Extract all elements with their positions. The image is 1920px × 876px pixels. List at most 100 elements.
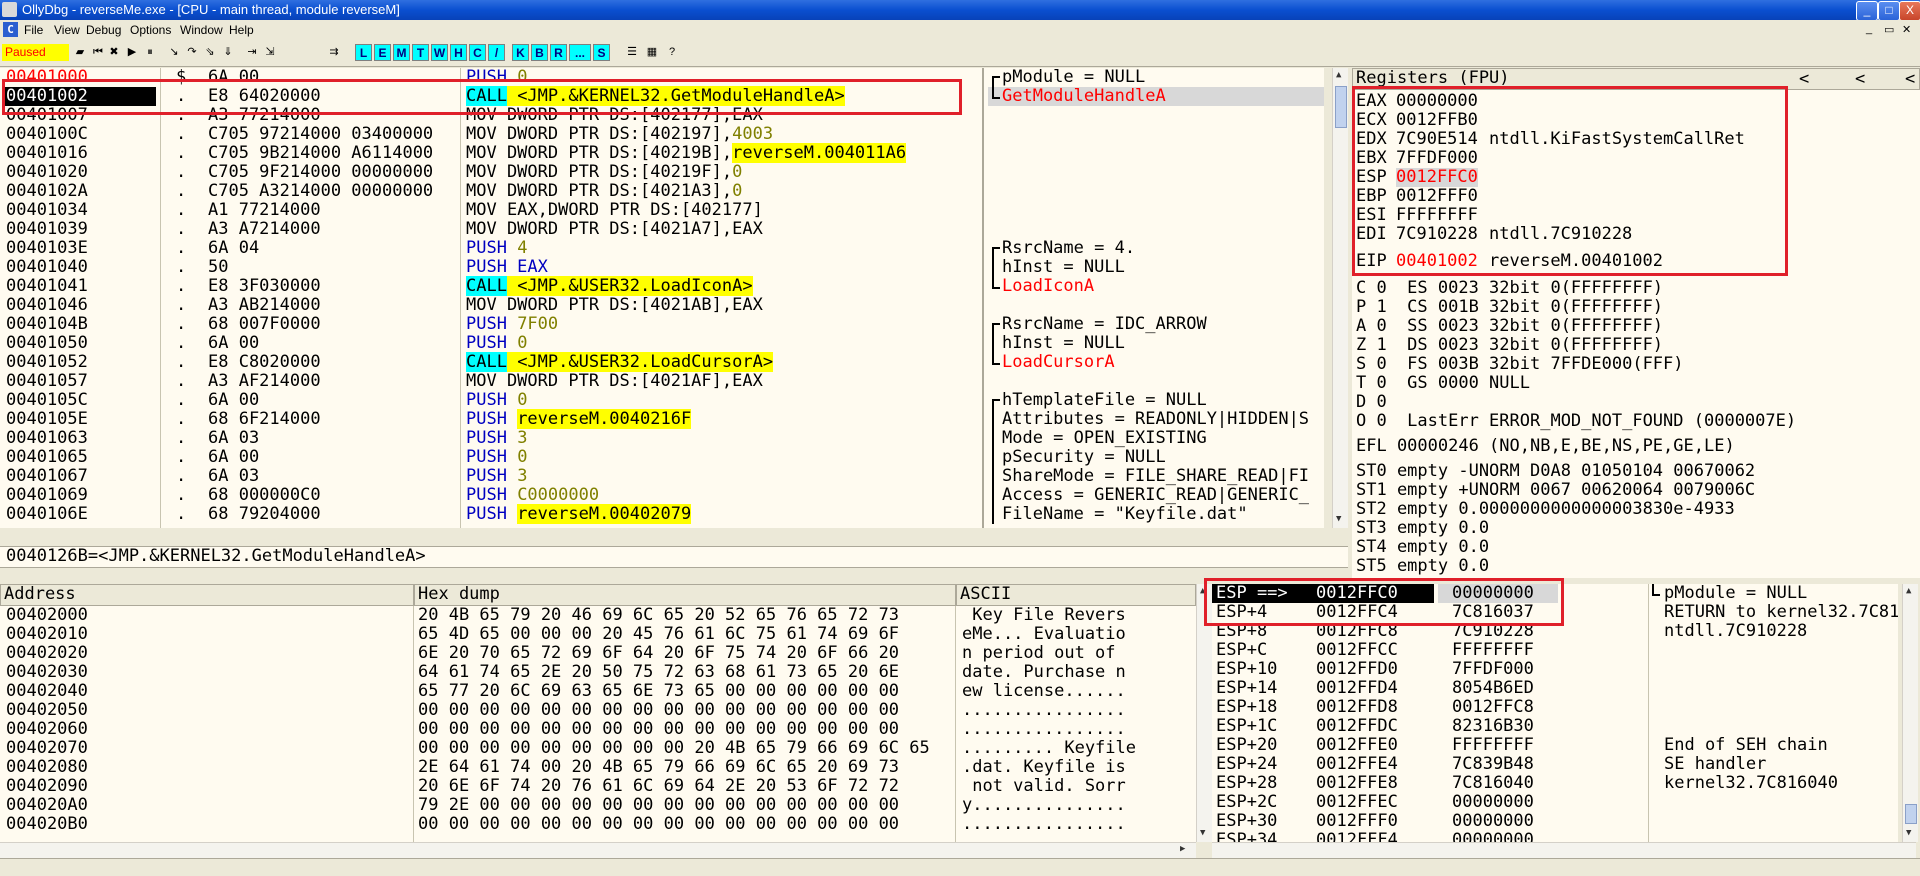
stack-row[interactable]: ESP+18 0012FFD8 0012FFC8 bbox=[1212, 698, 1892, 717]
fpu-row[interactable]: ST4 empty 0.0 bbox=[1356, 538, 1489, 557]
dump-row[interactable]: 00402090 20 6E 6F 74 20 76 61 6C 69 64 2E… bbox=[0, 777, 1190, 796]
open-icon[interactable]: ▰ bbox=[72, 44, 88, 60]
stack-row[interactable]: ESP+20 0012FFE0 FFFFFFFF End of SEH chain bbox=[1212, 736, 1892, 755]
mdi-close-icon[interactable]: ✕ bbox=[1902, 23, 1911, 36]
flag-row[interactable]: T 0 GS 0000 NULL bbox=[1356, 374, 1530, 393]
cpu-window-icon[interactable]: C bbox=[3, 22, 18, 37]
disasm-row[interactable]: 00401039. A3 A7214000 MOV DWORD PTR DS:[40… bbox=[0, 220, 980, 239]
scroll-thumb[interactable] bbox=[1905, 804, 1917, 824]
menu-options[interactable]: Options bbox=[130, 23, 171, 37]
disasm-row[interactable]: 00401065. 6A 00 PUSH 0 bbox=[0, 448, 980, 467]
dump-row[interactable]: 00402010 65 4D 65 00 00 00 20 45 76 61 6C… bbox=[0, 625, 1190, 644]
memory-map-button[interactable]: M bbox=[393, 44, 410, 61]
dump-row[interactable]: 00402070 00 00 00 00 00 00 00 00 00 20 4B… bbox=[0, 739, 1190, 758]
list-icon[interactable]: ☰ bbox=[624, 44, 640, 60]
dump-row[interactable]: 00402060 00 00 00 00 00 00 00 00 00 00 00… bbox=[0, 720, 1190, 739]
windows-button[interactable]: W bbox=[431, 44, 448, 61]
disasm-row[interactable]: 00401041. E8 3F030000 CALL <JMP.&USER32.Lo… bbox=[0, 276, 980, 296]
mdi-minimize-icon[interactable]: _ bbox=[1866, 23, 1872, 35]
dump-row[interactable]: 00402040 65 77 20 6C 69 63 65 6E 73 65 00… bbox=[0, 682, 1190, 701]
dump-row[interactable]: 00402000 20 4B 65 79 20 46 69 6C 65 20 52… bbox=[0, 606, 1190, 625]
menu-view[interactable]: View bbox=[54, 23, 80, 37]
trace-over-icon[interactable]: ⇓ bbox=[220, 44, 236, 60]
disasm-row[interactable]: 00401016. C705 9B214000 A6114000 MOV DWORD… bbox=[0, 143, 980, 163]
stack-row[interactable]: ESP+1C 0012FFDC 82316B30 bbox=[1212, 717, 1892, 736]
grid-icon[interactable]: ▦ bbox=[644, 44, 660, 60]
menu-help[interactable]: Help bbox=[229, 23, 254, 37]
flag-row[interactable]: P 1 CS 001B 32bit 0(FFFFFFFF) bbox=[1356, 298, 1663, 317]
disasm-row[interactable]: 0040103E. 6A 04 PUSH 4 bbox=[0, 239, 980, 258]
disasm-row[interactable]: 00401046. A3 AB214000 MOV DWORD PTR DS:[40… bbox=[0, 296, 980, 315]
execute-till-return-icon[interactable]: ⇥ bbox=[244, 44, 260, 60]
stack-hscrollbar[interactable] bbox=[1212, 842, 1916, 858]
dump-row[interactable]: 004020A0 79 2E 00 00 00 00 00 00 00 00 00… bbox=[0, 796, 1190, 815]
menu-file[interactable]: File bbox=[24, 23, 43, 37]
dump-header-ascii[interactable]: ASCII bbox=[956, 584, 1196, 606]
disasm-row[interactable]: 00401052. E8 C8020000 CALL <JMP.&USER32.Lo… bbox=[0, 352, 980, 372]
nav-left-icon[interactable]: < bbox=[1905, 70, 1915, 89]
go-to-icon[interactable]: ⇲ bbox=[262, 44, 278, 60]
dump-row[interactable]: 00402030 64 61 74 65 2E 20 50 75 72 63 68… bbox=[0, 663, 1190, 682]
disasm-row[interactable]: 00401057. A3 AF214000 MOV DWORD PTR DS:[40… bbox=[0, 372, 980, 391]
flag-row[interactable]: C 0 ES 0023 32bit 0(FFFFFFFF) bbox=[1356, 279, 1663, 298]
step-into-icon[interactable]: ↘ bbox=[166, 44, 182, 60]
fpu-row[interactable]: ST0 empty -UNORM D0A8 01050104 00670062 bbox=[1356, 462, 1755, 481]
stack-row[interactable]: ESP+10 0012FFD0 7FFDF000 bbox=[1212, 660, 1892, 679]
step-over-icon[interactable]: ↷ bbox=[184, 44, 200, 60]
menu-debug[interactable]: Debug bbox=[86, 23, 121, 37]
flag-row[interactable]: D 0 bbox=[1356, 393, 1387, 412]
stack-row[interactable]: ESP+30 0012FFF0 00000000 bbox=[1212, 812, 1892, 831]
disasm-row[interactable]: 0040104B. 68 007F0000 PUSH 7F00 bbox=[0, 315, 980, 334]
run-trace-button[interactable]: ... bbox=[569, 44, 591, 61]
cpu-button[interactable]: C bbox=[469, 44, 486, 61]
disassembly-pane[interactable]: 00401000 $6A 00 PUSH 0 00401002. E8 64020000… bbox=[0, 68, 990, 528]
comment-column[interactable]: pModule = NULL GetModuleHandleA RsrcName =… bbox=[988, 68, 1324, 528]
dump-row[interactable]: 00402050 00 00 00 00 00 00 00 00 00 00 00… bbox=[0, 701, 1190, 720]
disasm-row[interactable]: 0040100C. C705 97214000 03400000 MOV DWORD… bbox=[0, 125, 980, 144]
title-bar[interactable]: OllyDbg - reverseMe.exe - [CPU - main th… bbox=[0, 0, 1920, 21]
mdi-restore-icon[interactable]: ▭ bbox=[1884, 23, 1894, 36]
goto-address-icon[interactable]: ⇉ bbox=[326, 44, 342, 60]
fpu-row[interactable]: ST1 empty +UNORM 0067 00620064 0079006C bbox=[1356, 481, 1755, 500]
handles-button[interactable]: H bbox=[450, 44, 467, 61]
executables-button[interactable]: E bbox=[374, 44, 391, 61]
fpu-row[interactable]: ST2 empty 0.0000000000000003830e-4933 bbox=[1356, 500, 1735, 519]
nav-back-icon[interactable]: < bbox=[1855, 70, 1865, 89]
flag-row[interactable]: S 0 FS 003B 32bit 7FFDE000(FFF) bbox=[1356, 355, 1684, 374]
close-button[interactable]: X bbox=[1899, 1, 1920, 21]
dump-header-hex[interactable]: Hex dump bbox=[414, 584, 956, 606]
help-icon[interactable]: ? bbox=[664, 44, 680, 60]
dump-row[interactable]: 00402020 6E 20 70 65 72 69 6F 64 20 6F 75… bbox=[0, 644, 1190, 663]
nav-prev-icon[interactable]: < bbox=[1799, 70, 1809, 89]
disasm-row[interactable]: 00401034. A1 77214000 MOV EAX,DWORD PTR DS… bbox=[0, 201, 980, 220]
close-program-icon[interactable]: ✖ bbox=[106, 44, 122, 60]
trace-into-icon[interactable]: ⇘ bbox=[202, 44, 218, 60]
breakpoints-button[interactable]: B bbox=[531, 44, 548, 61]
disasm-row[interactable]: 0040105C. 6A 00 PUSH 0 bbox=[0, 391, 980, 410]
stack-row[interactable]: ESP+2C 0012FFEC 00000000 bbox=[1212, 793, 1892, 812]
minimize-button[interactable]: _ bbox=[1856, 1, 1878, 21]
flag-row[interactable]: A 0 SS 0023 32bit 0(FFFFFFFF) bbox=[1356, 317, 1663, 336]
disasm-row[interactable]: 00401063. 6A 03 PUSH 3 bbox=[0, 429, 980, 448]
disasm-row[interactable]: 00401020. C705 9F214000 00000000 MOV DWORD… bbox=[0, 163, 980, 182]
references-button[interactable]: R bbox=[550, 44, 567, 61]
dump-pane[interactable]: 00402000 20 4B 65 79 20 46 69 6C 65 20 52… bbox=[0, 606, 1196, 842]
stack-scrollbar[interactable]: ▲ ▼ bbox=[1902, 584, 1918, 842]
call-stack-button[interactable]: K bbox=[512, 44, 529, 61]
patches-button[interactable]: / bbox=[488, 44, 505, 61]
disasm-row[interactable]: 0040106E. 68 79204000 PUSH reverseM.004020… bbox=[0, 504, 980, 524]
log-window-button[interactable]: L bbox=[355, 44, 372, 61]
disasm-row[interactable]: 0040102A. C705 A3214000 00000000 MOV DWORD… bbox=[0, 182, 980, 201]
disasm-row[interactable]: 0040105E. 68 6F214000 PUSH reverseM.004021… bbox=[0, 409, 980, 429]
flag-row[interactable]: O 0 LastErr ERROR_MOD_NOT_FOUND (0000007… bbox=[1356, 412, 1796, 431]
run-icon[interactable]: ▶ bbox=[124, 44, 140, 60]
rewind-icon[interactable]: ⏮ bbox=[90, 44, 106, 60]
maximize-button[interactable]: □ bbox=[1878, 1, 1900, 21]
dump-hscrollbar[interactable]: ▶ bbox=[0, 842, 1196, 858]
flag-row[interactable]: Z 1 DS 0023 32bit 0(FFFFFFFF) bbox=[1356, 336, 1663, 355]
stack-row[interactable]: ESP+28 0012FFE8 7C816040 kernel32.7C816040 bbox=[1212, 774, 1892, 793]
source-button[interactable]: S bbox=[593, 44, 610, 61]
menu-window[interactable]: Window bbox=[180, 23, 223, 37]
disasm-row[interactable]: 00401050. 6A 00 PUSH 0 bbox=[0, 334, 980, 353]
stack-row[interactable]: ESP+24 0012FFE4 7C839B48 SE handler bbox=[1212, 755, 1892, 774]
